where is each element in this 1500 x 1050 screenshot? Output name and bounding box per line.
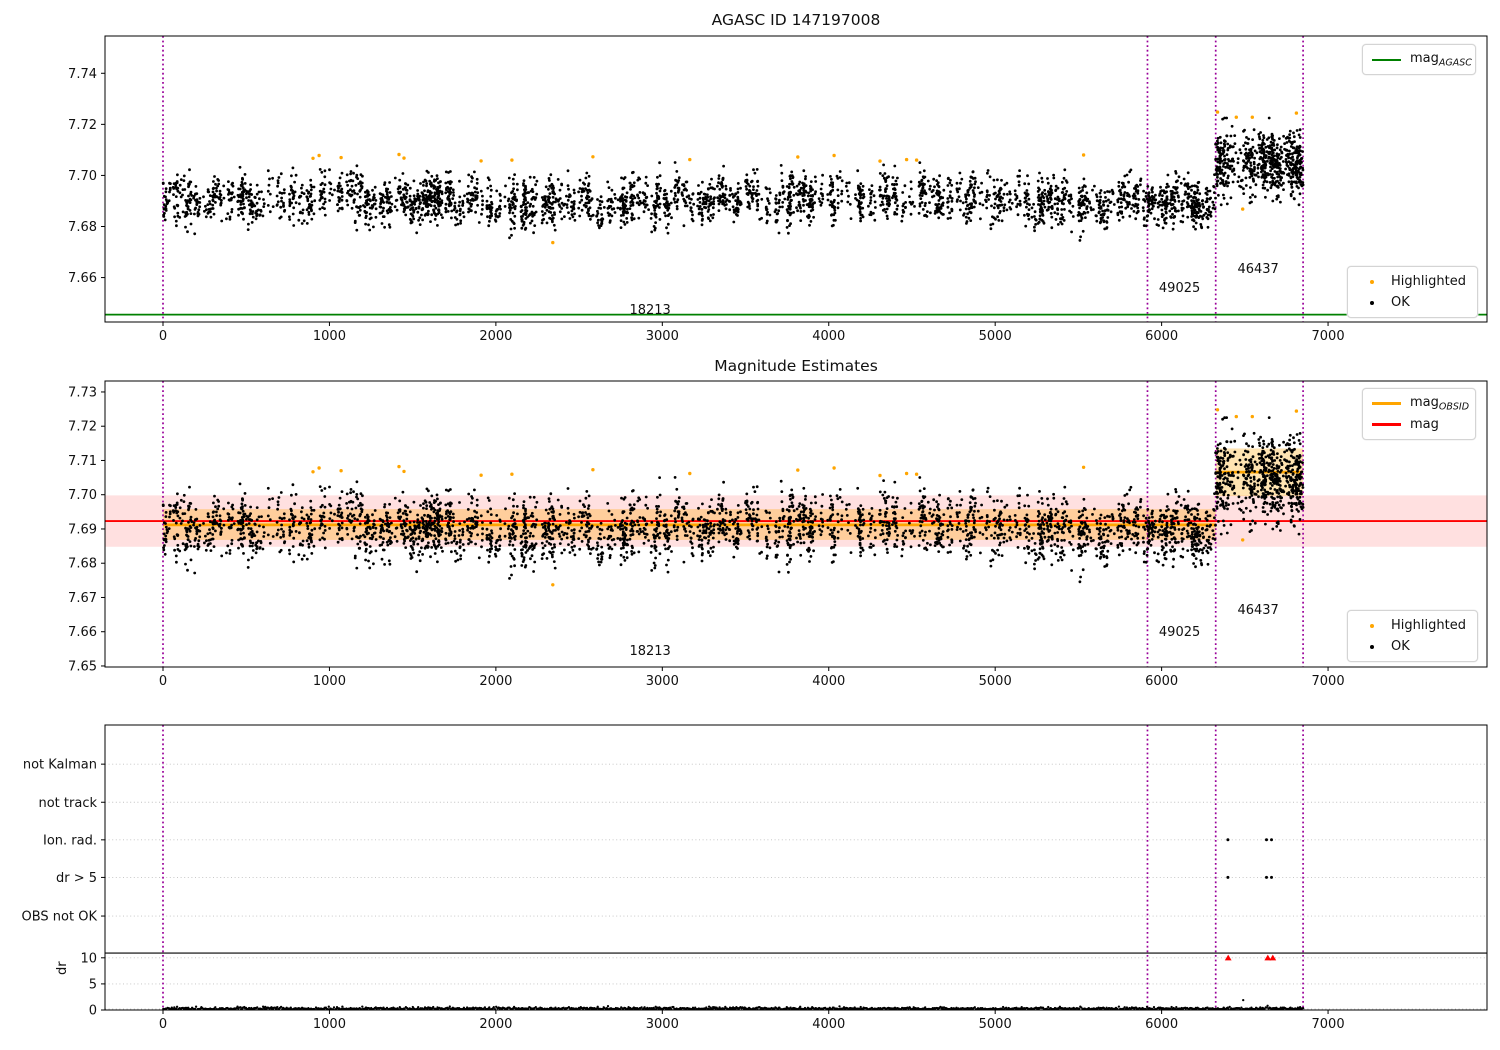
dr-tick-label: 5 [89, 977, 97, 992]
dr-tick-label: 10 [80, 951, 97, 966]
top-plot-title: AGASC ID 147197008 [711, 11, 881, 29]
ok-dot-icon [1370, 644, 1374, 649]
y-tick-label: 7.66 [68, 625, 97, 640]
dr-tick-label: 0 [89, 1004, 97, 1019]
y-tick-label: 7.72 [68, 420, 97, 435]
middle-plot-title: Magnitude Estimates [714, 357, 878, 375]
obsid-annotation: 49025 [1159, 281, 1200, 296]
legend-mag-agasc[interactable]: magAGASC [1362, 44, 1476, 75]
legend-row: Highlighted [1348, 271, 1477, 292]
red-line-sample [1372, 423, 1401, 426]
x-tick-label: 4000 [812, 1017, 845, 1032]
flag-row-label: not Kalman [23, 758, 97, 773]
legend-label-ok: OK [1391, 295, 1410, 310]
x-tick-label: 7000 [1312, 1017, 1345, 1032]
x-tick-label: 5000 [979, 1017, 1012, 1032]
x-tick-label: 7000 [1312, 674, 1345, 689]
highlighted-dot-icon [1370, 623, 1374, 628]
flag-points [1226, 875, 1273, 879]
x-tick-label: 0 [159, 1017, 167, 1032]
obsid-annotation: 18213 [629, 303, 670, 318]
legend-mag-lines[interactable]: magOBSID mag [1362, 388, 1476, 440]
y-tick-label: 7.69 [68, 522, 97, 537]
y-tick-label: 7.70 [68, 488, 97, 503]
x-tick-label: 2000 [479, 329, 512, 344]
ok-points [161, 116, 1305, 242]
legend-markers-top[interactable]: Highlighted OK [1347, 266, 1478, 318]
legend-label-mag-obsid: magOBSID [1410, 394, 1470, 413]
flag-row-label: Ion. rad. [43, 833, 97, 848]
x-tick-label: 4000 [812, 329, 845, 344]
x-tick-label: 4000 [812, 674, 845, 689]
x-tick-label: 2000 [479, 674, 512, 689]
y-tick-label: 7.73 [68, 385, 97, 400]
legend-row: magAGASC [1363, 49, 1475, 70]
x-tick-label: 1000 [313, 329, 346, 344]
green-line-sample [1372, 58, 1401, 61]
x-tick-label: 6000 [1145, 674, 1178, 689]
obsid-annotation: 49025 [1159, 625, 1200, 640]
legend-label-ok: OK [1391, 639, 1410, 654]
legend-row: mag [1363, 414, 1475, 435]
legend-label-highlighted: Highlighted [1391, 618, 1466, 633]
legend-label-mag: mag [1410, 417, 1439, 432]
dr-axis-label: dr [55, 961, 70, 975]
x-tick-label: 1000 [313, 674, 346, 689]
y-tick-label: 7.70 [68, 169, 97, 184]
obsid-annotation: 46437 [1237, 603, 1278, 618]
x-tick-label: 3000 [646, 329, 679, 344]
obsid-annotation: 18213 [629, 644, 670, 659]
flag-row-label: OBS not OK [22, 910, 98, 925]
legend-row: OK [1348, 292, 1477, 313]
axes-spines [104, 35, 1488, 323]
flag-row-label: not track [38, 796, 97, 811]
ok-dot-icon [1370, 300, 1374, 305]
axes-spines [104, 724, 1488, 1011]
y-tick-label: 7.71 [68, 454, 97, 469]
x-tick-label: 3000 [646, 1017, 679, 1032]
y-tick-label: 7.68 [68, 557, 97, 572]
dr-points [162, 998, 1305, 1011]
y-tick-label: 7.66 [68, 271, 97, 286]
y-tick-label: 7.72 [68, 118, 97, 133]
x-tick-label: 0 [159, 329, 167, 344]
obsid-annotation: 46437 [1237, 262, 1278, 277]
legend-markers-middle[interactable]: Highlighted OK [1347, 610, 1478, 662]
flag-row-label: dr > 5 [56, 871, 97, 886]
flag-points [1226, 838, 1273, 842]
y-tick-label: 7.74 [68, 67, 97, 82]
x-tick-label: 2000 [479, 1017, 512, 1032]
x-tick-label: 7000 [1312, 329, 1345, 344]
legend-label-mag-agasc: magAGASC [1410, 50, 1472, 69]
x-tick-label: 0 [159, 674, 167, 689]
orange-line-sample [1372, 401, 1401, 406]
y-tick-label: 7.67 [68, 591, 97, 606]
legend-row: OK [1348, 636, 1477, 657]
legend-row: magOBSID [1363, 393, 1475, 414]
figure-page: { "colors": { "green": "#008000", "red":… [0, 0, 1500, 1050]
x-tick-label: 6000 [1145, 329, 1178, 344]
x-tick-label: 5000 [979, 329, 1012, 344]
legend-row: Highlighted [1348, 615, 1477, 636]
x-tick-label: 6000 [1145, 1017, 1178, 1032]
y-tick-label: 7.68 [68, 220, 97, 235]
x-tick-label: 3000 [646, 674, 679, 689]
y-tick-label: 7.65 [68, 659, 97, 674]
highlighted-dot-icon [1370, 279, 1374, 284]
legend-label-highlighted: Highlighted [1391, 274, 1466, 289]
figure-canvas: 1821349025464370 1000 2000 3000 4000 5000 6000… [22, 35, 1488, 1032]
x-tick-label: 1000 [313, 1017, 346, 1032]
x-tick-label: 5000 [979, 674, 1012, 689]
